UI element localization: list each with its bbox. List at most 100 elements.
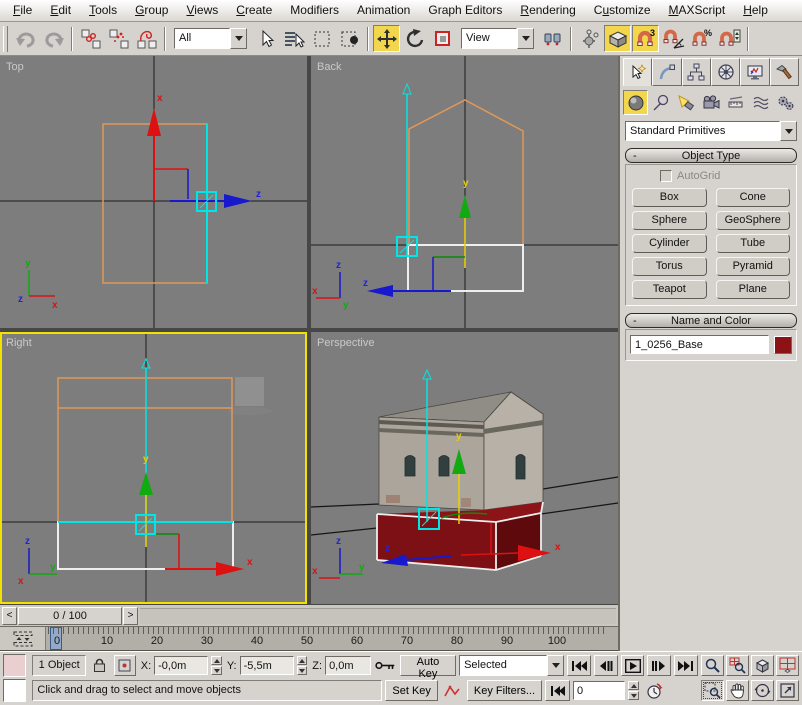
move-gizmo[interactable]: xz: [147, 93, 261, 208]
go-to-start-button[interactable]: [567, 655, 591, 676]
menu-item[interactable]: Create: [227, 0, 281, 21]
menu-item[interactable]: Modifiers: [281, 0, 348, 21]
time-slider[interactable]: 0 / 100: [18, 607, 122, 625]
object-type-button[interactable]: GeoSphere: [716, 211, 791, 230]
maxscript-mini-listener[interactable]: [0, 652, 28, 704]
absolute-mode-toggle-icon[interactable]: [114, 655, 136, 676]
chevron-down-icon[interactable]: [780, 121, 797, 141]
tab-modify[interactable]: [652, 58, 681, 86]
redo-icon[interactable]: [40, 25, 67, 52]
menu-item[interactable]: Rendering: [511, 0, 584, 21]
category-lights-icon[interactable]: [673, 90, 698, 115]
tab-create[interactable]: [623, 58, 652, 86]
time-slider-next-button[interactable]: >: [123, 607, 138, 625]
track-bar[interactable]: 0102030405060708090100: [0, 626, 618, 651]
min-max-toggle-icon[interactable]: [776, 680, 799, 701]
menu-item[interactable]: MAXScript: [660, 0, 735, 21]
current-frame-field[interactable]: 0: [573, 681, 625, 700]
selection-set-dropdown[interactable]: Selected: [459, 655, 564, 676]
tab-hierarchy[interactable]: [682, 58, 711, 86]
time-slider-track[interactable]: [140, 608, 616, 624]
percent-snap-toggle-icon[interactable]: %: [688, 25, 715, 52]
move-gizmo[interactable]: yx: [58, 359, 253, 576]
select-and-scale-icon[interactable]: [429, 25, 456, 52]
chevron-down-icon[interactable]: [517, 28, 534, 49]
viewport-back[interactable]: yz zxy Back: [311, 56, 618, 328]
house-model[interactable]: [379, 392, 543, 510]
category-space-warps-icon[interactable]: [749, 90, 774, 115]
menu-item[interactable]: Group: [126, 0, 177, 21]
play-animation-button[interactable]: [621, 655, 645, 676]
viewport-right[interactable]: yx zyx Right: [0, 332, 307, 604]
menu-item[interactable]: Help: [734, 0, 777, 21]
select-and-rotate-icon[interactable]: [401, 25, 428, 52]
zoom-extents-all-icon[interactable]: [776, 655, 799, 676]
y-coordinate-field[interactable]: -5,5m: [240, 656, 294, 675]
frame-spinner[interactable]: [628, 681, 639, 700]
listener-script-line[interactable]: [3, 679, 26, 702]
viewport-top[interactable]: xz yzx Top: [0, 56, 307, 328]
viewport-perspective[interactable]: yxz zyx Perspective: [311, 332, 618, 604]
menu-item[interactable]: Customize: [585, 0, 660, 21]
chevron-down-icon[interactable]: [230, 28, 247, 49]
object-type-button[interactable]: Teapot: [632, 280, 707, 299]
collapse-icon[interactable]: -: [633, 314, 637, 328]
viewport-label[interactable]: Top: [6, 61, 24, 73]
house-wireframe[interactable]: [409, 100, 523, 246]
object-name-field[interactable]: 1_0256_Base: [630, 335, 769, 354]
zoom-region-icon[interactable]: [701, 680, 724, 701]
move-gizmo[interactable]: yz: [363, 84, 471, 297]
category-shapes-icon[interactable]: [648, 90, 673, 115]
spinner-snap-toggle-icon[interactable]: [716, 25, 743, 52]
x-spinner[interactable]: [211, 656, 221, 675]
key-mode-toggle-button[interactable]: [545, 680, 570, 701]
next-frame-button[interactable]: [647, 655, 671, 676]
selection-lock-icon[interactable]: [89, 655, 111, 676]
select-object-icon[interactable]: [252, 25, 279, 52]
viewport-label[interactable]: Perspective: [317, 337, 374, 349]
tab-utilities[interactable]: [770, 58, 799, 86]
use-pivot-point-center-icon[interactable]: [539, 25, 566, 52]
object-color-swatch[interactable]: [774, 336, 792, 354]
category-helpers-icon[interactable]: [724, 90, 749, 115]
menu-item[interactable]: File: [4, 0, 41, 21]
menu-item[interactable]: Edit: [41, 0, 80, 21]
object-type-button[interactable]: Pyramid: [716, 257, 791, 276]
key-filters-button[interactable]: Key Filters...: [467, 680, 542, 701]
go-to-end-button[interactable]: [674, 655, 698, 676]
arc-rotate-icon[interactable]: [751, 680, 774, 701]
default-tangent-curve-icon[interactable]: [441, 680, 464, 701]
tab-display[interactable]: [740, 58, 769, 86]
open-mini-curve-editor-button[interactable]: [0, 627, 46, 650]
object-type-button[interactable]: Cylinder: [632, 234, 707, 253]
object-type-button[interactable]: Tube: [716, 234, 791, 253]
time-slider-prev-button[interactable]: <: [2, 607, 17, 625]
house-wireframe[interactable]: [58, 378, 232, 522]
reference-coordinate-system-dropdown[interactable]: View: [461, 28, 534, 49]
category-geometry-icon[interactable]: [623, 90, 648, 115]
object-type-button[interactable]: Torus: [632, 257, 707, 276]
zoom-icon[interactable]: [701, 655, 724, 676]
rectangular-selection-region-icon[interactable]: [308, 25, 335, 52]
zoom-extents-icon[interactable]: [751, 655, 774, 676]
select-and-manipulate-icon[interactable]: [576, 25, 603, 52]
menu-item[interactable]: Graph Editors: [419, 0, 511, 21]
snap-toggle-3d-icon[interactable]: 3: [632, 25, 659, 52]
category-systems-icon[interactable]: [774, 90, 799, 115]
primitive-category-dropdown[interactable]: Standard Primitives: [625, 121, 797, 141]
time-configuration-icon[interactable]: [642, 680, 665, 701]
category-cameras-icon[interactable]: [698, 90, 723, 115]
viewport-label[interactable]: Back: [317, 61, 342, 73]
select-and-move-icon[interactable]: [373, 25, 400, 52]
cube-toggle-icon[interactable]: [604, 25, 631, 52]
zoom-all-icon[interactable]: [726, 655, 749, 676]
object-type-button[interactable]: Plane: [716, 280, 791, 299]
chevron-down-icon[interactable]: [547, 655, 564, 676]
previous-frame-button[interactable]: [594, 655, 618, 676]
undo-icon[interactable]: [12, 25, 39, 52]
bind-to-space-warp-icon[interactable]: [133, 25, 160, 52]
collapse-icon[interactable]: -: [633, 149, 637, 163]
name-and-color-rollout-header[interactable]: -Name and Color: [625, 313, 797, 328]
toolbar-grip[interactable]: [3, 26, 8, 52]
z-coordinate-field[interactable]: 0,0m: [325, 656, 371, 675]
